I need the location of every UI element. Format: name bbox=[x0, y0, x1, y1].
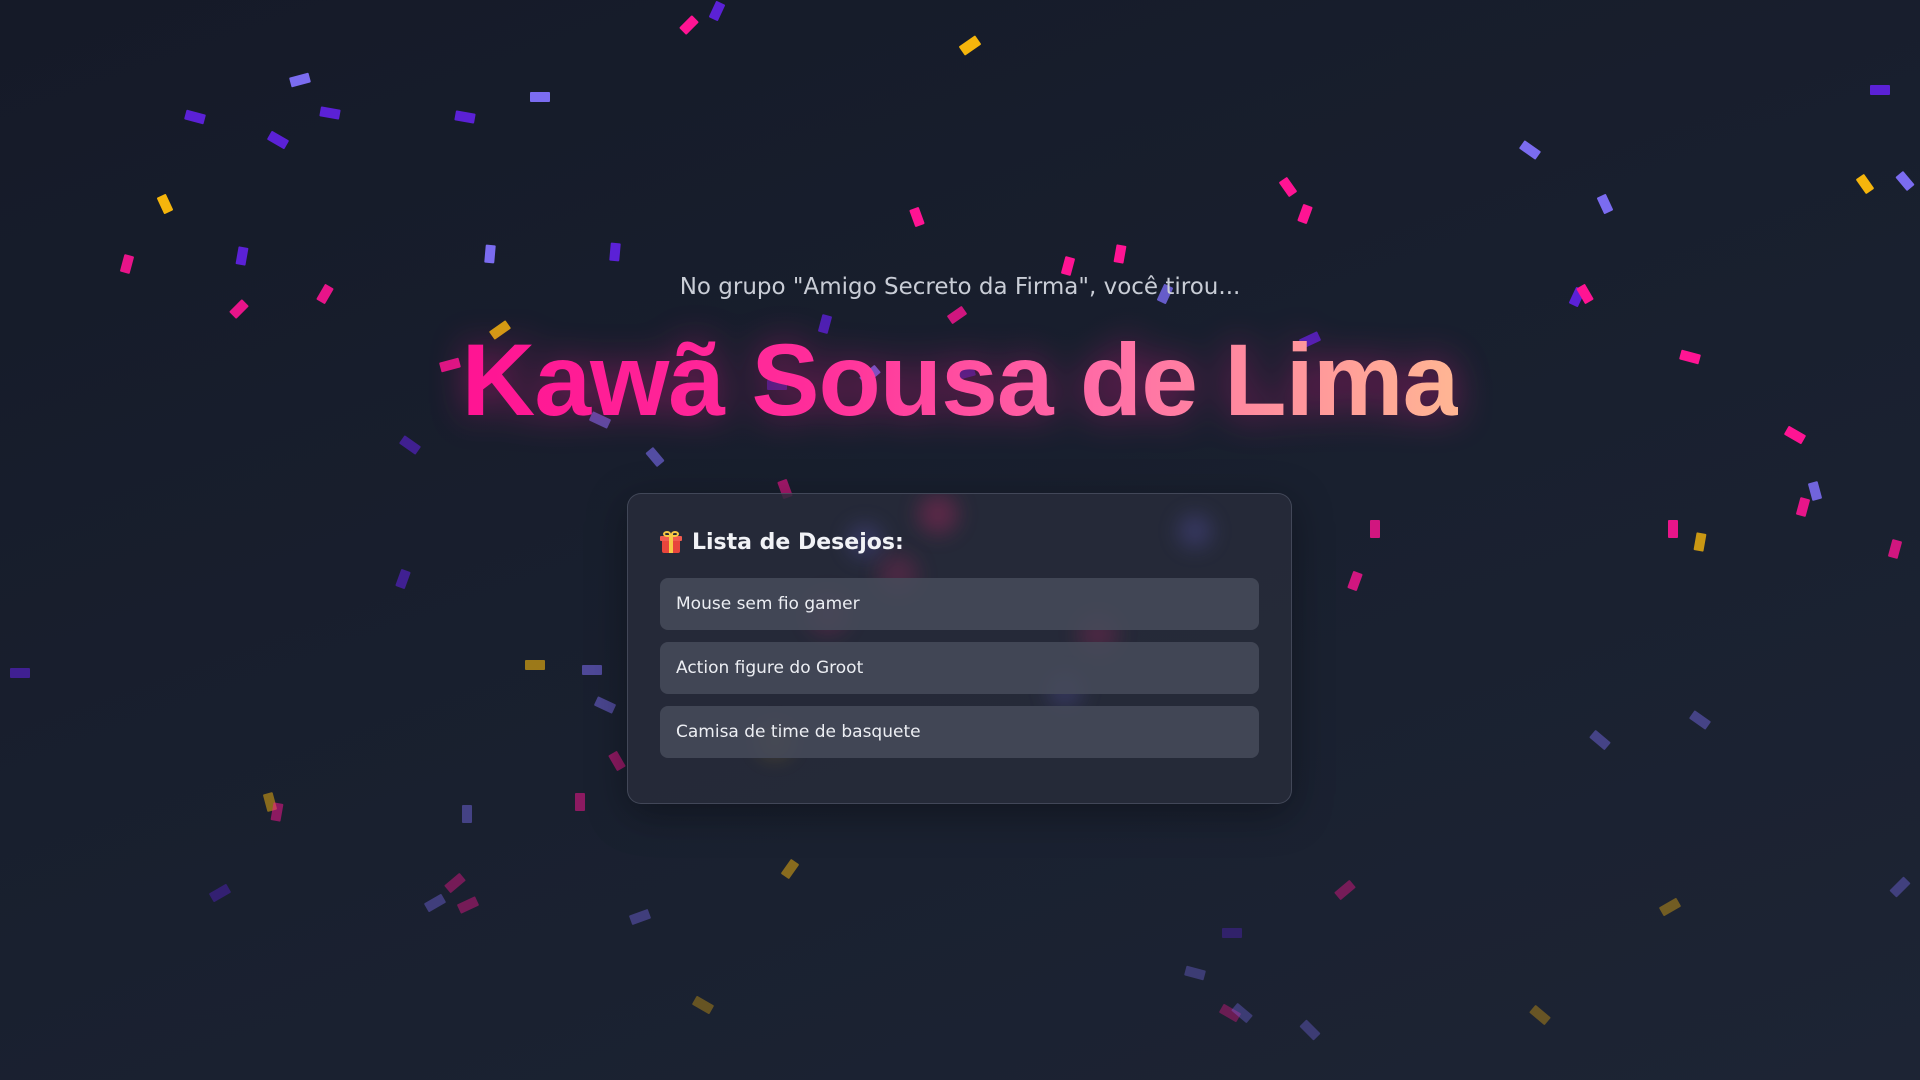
confetti-piece bbox=[444, 872, 466, 894]
confetti-piece bbox=[1795, 497, 1811, 517]
confetti-piece bbox=[1222, 928, 1242, 938]
confetti-piece bbox=[319, 106, 341, 120]
confetti-piece bbox=[484, 244, 496, 264]
confetti-piece bbox=[456, 896, 480, 914]
confetti-piece bbox=[593, 696, 617, 714]
confetti-piece bbox=[1668, 520, 1678, 538]
confetti-piece bbox=[229, 299, 249, 319]
confetti-piece bbox=[1518, 140, 1542, 160]
confetti-piece bbox=[530, 92, 550, 102]
confetti-piece bbox=[1347, 570, 1363, 592]
confetti-piece bbox=[289, 72, 311, 88]
confetti-piece bbox=[1297, 203, 1313, 225]
confetti-piece bbox=[708, 0, 726, 22]
confetti-piece bbox=[1529, 1004, 1551, 1026]
confetti-piece bbox=[119, 254, 135, 274]
wishlist-title: Lista de Desejos: bbox=[692, 529, 904, 555]
confetti-piece bbox=[1688, 710, 1712, 730]
confetti-piece bbox=[266, 130, 290, 150]
confetti-piece bbox=[1658, 897, 1682, 917]
confetti-piece bbox=[909, 206, 925, 228]
confetti-piece bbox=[1334, 879, 1356, 901]
group-subtitle: No grupo "Amigo Secreto da Firma", você … bbox=[679, 274, 1241, 300]
confetti-piece bbox=[1184, 965, 1206, 981]
confetti-piece bbox=[608, 750, 626, 772]
confetti-piece bbox=[235, 246, 249, 266]
drawn-person-name: Kawã Sousa de Lima bbox=[462, 320, 1460, 440]
confetti-piece bbox=[1278, 176, 1298, 198]
confetti-piece bbox=[1113, 244, 1127, 264]
gift-icon bbox=[660, 531, 682, 553]
wishlist-item: Camisa de time de basquete bbox=[660, 706, 1259, 758]
confetti-piece bbox=[1895, 170, 1915, 192]
confetti-piece bbox=[1060, 256, 1076, 276]
confetti-piece bbox=[270, 802, 284, 822]
wishlist-title-row: Lista de Desejos: bbox=[660, 526, 1259, 558]
confetti-piece bbox=[628, 908, 652, 926]
confetti-piece bbox=[208, 883, 232, 903]
wishlist-item: Mouse sem fio gamer bbox=[660, 578, 1259, 630]
confetti-piece bbox=[462, 805, 472, 823]
confetti-piece bbox=[1589, 729, 1611, 751]
confetti-piece bbox=[423, 893, 447, 913]
confetti-piece bbox=[184, 109, 206, 125]
confetti-piece bbox=[691, 995, 715, 1015]
confetti-piece bbox=[679, 15, 699, 35]
confetti-piece bbox=[645, 446, 665, 468]
wishlist-card: Lista de Desejos: Mouse sem fio gamer Ac… bbox=[627, 493, 1292, 804]
confetti-piece bbox=[1370, 520, 1380, 538]
confetti-piece bbox=[395, 568, 411, 590]
wishlist-item: Action figure do Groot bbox=[660, 642, 1259, 694]
confetti-piece bbox=[454, 110, 476, 124]
confetti-piece bbox=[1855, 173, 1875, 195]
confetti-piece bbox=[582, 665, 602, 675]
confetti-piece bbox=[1887, 539, 1903, 559]
confetti-piece bbox=[1889, 876, 1911, 898]
confetti-piece bbox=[525, 660, 545, 670]
confetti-piece bbox=[156, 193, 174, 215]
drawn-person-container: Kawã Sousa de Lima bbox=[0, 320, 1920, 440]
confetti-piece bbox=[1807, 481, 1823, 501]
confetti-piece bbox=[1693, 532, 1707, 552]
confetti-piece bbox=[10, 668, 30, 678]
confetti-piece bbox=[958, 35, 982, 56]
confetti-piece bbox=[1870, 85, 1890, 95]
confetti-piece bbox=[609, 242, 621, 262]
confetti-piece bbox=[780, 858, 800, 880]
confetti-piece bbox=[575, 793, 585, 811]
confetti-piece bbox=[1299, 1019, 1321, 1041]
confetti-piece bbox=[1596, 193, 1614, 215]
